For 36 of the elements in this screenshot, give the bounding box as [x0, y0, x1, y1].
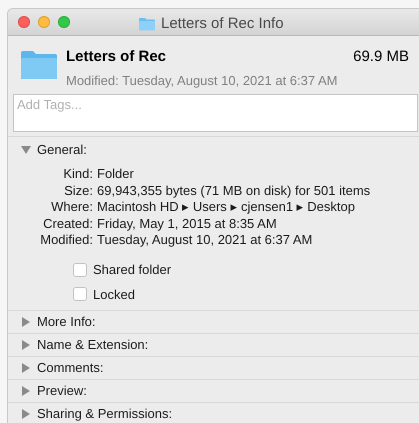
- section-heading[interactable]: Preview:: [37, 381, 87, 401]
- field-value: Friday, May 1, 2015 at 8:35 AM: [97, 214, 277, 233]
- folder-icon: [20, 50, 58, 80]
- field-label: Where:: [50, 198, 93, 216]
- tags-field[interactable]: Add Tags...: [13, 94, 418, 132]
- close-button[interactable]: [18, 16, 30, 28]
- file-name: Letters of Rec: [66, 47, 166, 67]
- section-heading[interactable]: General:: [37, 140, 87, 160]
- zoom-button[interactable]: [58, 16, 70, 28]
- field-value: Folder: [97, 165, 134, 183]
- section-heading[interactable]: Comments:: [37, 358, 104, 378]
- disclosure-triangle-down-icon[interactable]: [21, 145, 31, 155]
- checkbox-label[interactable]: Locked: [93, 284, 135, 304]
- disclosure-triangle-right-icon[interactable]: [21, 409, 31, 419]
- disclosure-triangle-right-icon[interactable]: [21, 386, 31, 396]
- field-label: Modified:: [39, 231, 93, 249]
- minimize-button[interactable]: [38, 16, 50, 28]
- checkbox-label[interactable]: Shared folder: [93, 260, 172, 280]
- field-label: Kind:: [62, 165, 93, 183]
- section-heading[interactable]: Name & Extension:: [37, 335, 148, 355]
- checkbox[interactable]: [73, 287, 87, 302]
- modified-date: Modified: Tuesday, August 10, 2021 at 6:37 AM: [66, 72, 338, 90]
- window-title: Letters of Rec Info: [161, 14, 284, 34]
- field-label: Size:: [63, 182, 93, 200]
- section-heading[interactable]: Sharing & Permissions:: [37, 404, 172, 423]
- folder-icon: [138, 17, 156, 32]
- disclosure-triangle-right-icon[interactable]: [21, 340, 31, 350]
- field-value: 69,943,355 bytes (71 MB on disk) for 501 items: [97, 182, 370, 200]
- disclosure-triangle-right-icon[interactable]: [21, 317, 31, 327]
- disclosure-triangle-right-icon[interactable]: [21, 363, 31, 373]
- field-label: Created:: [42, 214, 93, 232]
- checkbox[interactable]: [73, 262, 87, 277]
- section-heading[interactable]: More Info:: [37, 312, 96, 332]
- file-size: 69.9 MB: [353, 47, 410, 67]
- field-value: Macintosh HD ▸ Users ▸ cjensen1 ▸ Desktop: [97, 198, 355, 216]
- field-value: Tuesday, August 10, 2021 at 6:37 AM: [97, 231, 312, 249]
